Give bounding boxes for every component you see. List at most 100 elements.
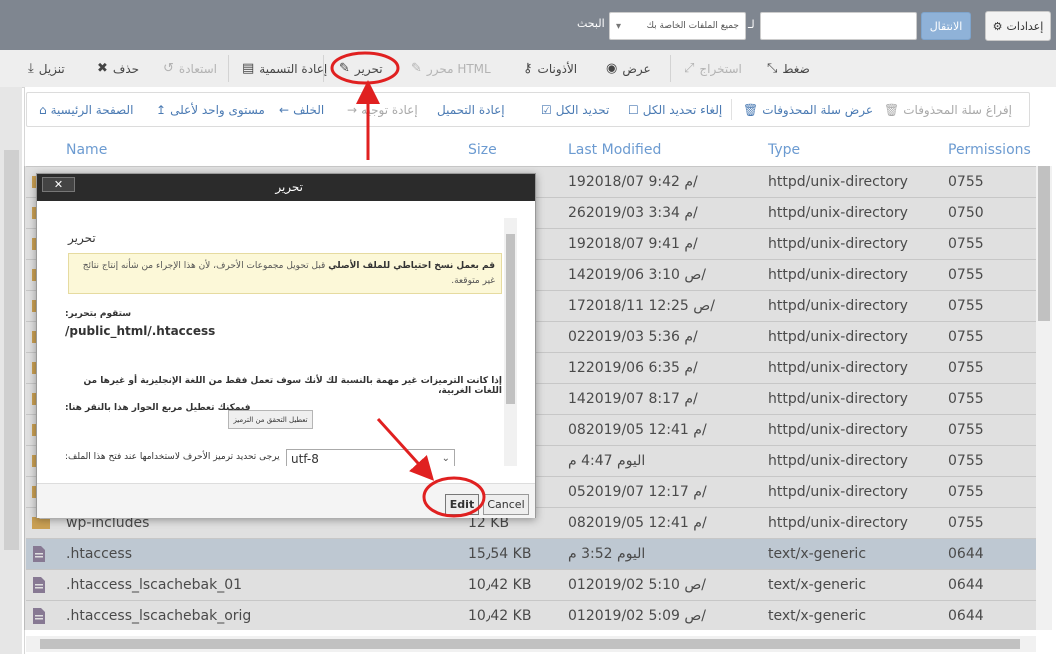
empty-trash-button[interactable]: 🗑 إفراغ سلة المحذوفات [884,93,1012,126]
dialog-edit-button[interactable]: Edit [445,494,479,515]
dialog-close-button[interactable]: ✕ [42,177,75,192]
column-name[interactable]: Name [66,142,107,158]
view-trash-button[interactable]: 🗑 عرض سلة المحذوفات [743,93,873,126]
column-permissions[interactable]: Permissions [948,142,1031,158]
download-button[interactable]: ⤓ تنزيل [28,50,65,87]
dialog-scrollbar-thumb[interactable] [506,234,515,404]
vertical-scrollbar-thumb[interactable] [1038,166,1050,321]
key-icon: ⚷ [523,61,533,76]
compress-button[interactable]: ⤡ ضغط [767,50,810,87]
delete-label: حذف [112,61,140,76]
reload-label: إعادة التحميل [437,102,505,117]
html-editor-button[interactable]: ✎ محرر HTML [411,50,491,87]
dialog-scrollbar[interactable] [504,218,517,466]
trash-icon: 🗑 [884,102,900,117]
up-one-level-label: مستوى واحد لأعلى [170,102,265,117]
toolbar-divider [228,55,229,82]
settings-button[interactable]: ⚙ إعدادات [985,11,1051,41]
column-last-modified[interactable]: Last Modified [568,142,661,158]
html-editor-label: محرر HTML [426,61,491,76]
dialog-body: تحرير قم بعمل نسخ احتياطي للملف الأصلي ق… [40,214,519,466]
delete-button[interactable]: ✖ حذف [97,50,139,87]
restore-label: استعادة [178,61,217,76]
navigation-bar: ⌂ الصفحة الرئيسية ↥ مستوى واحد لأعلى ← ا… [26,92,1030,127]
trash-icon: 🗑 [743,102,759,117]
compress-icon: ⤡ [767,61,778,76]
column-type[interactable]: Type [768,142,800,158]
dialog-title: تحرير [275,180,303,194]
chevron-down-icon: ⌄ [441,453,450,464]
gear-icon: ⚙ [992,19,1003,33]
eye-icon: ◉ [606,61,618,76]
encoding-value: utf-8 [291,451,319,466]
vertical-scrollbar[interactable] [1036,166,1052,630]
pencil-icon: ✎ [339,61,350,76]
download-label: تنزيل [38,61,65,76]
up-one-level-button[interactable]: ↥ مستوى واحد لأعلى [156,93,265,126]
home-icon: ⌂ [39,102,47,117]
view-button[interactable]: ◉ عرض [606,50,651,87]
encoding-prompt: :يرجى تحديد ترميز الأحرف لاستخدامها عند … [65,452,280,462]
backup-warning: قم بعمل نسخ احتياطي للملف الأصلي قبل تحو… [68,253,502,294]
restore-icon: ↺ [163,61,174,76]
permissions-button[interactable]: ⚷ الأذونات [523,50,577,87]
compress-label: ضغط [782,61,810,76]
level-up-icon: ↥ [156,102,167,117]
checkbox-icon: ☐ [628,102,639,117]
dialog-heading: تحرير [68,231,96,245]
rename-button[interactable]: ▤ إعادة التسمية [242,50,327,87]
top-search-bar: ⚙ إعدادات الانتقال لـ جميع الملفات الخاص… [0,0,1056,50]
for-label: لـ [748,18,755,31]
search-input[interactable] [760,12,917,40]
scope-value: جميع الملفات الخاصة بك [646,21,739,31]
file-path: /public_html/.htaccess [65,324,216,338]
file-toolbar: ⤓ تنزيل ✖ حذف ↺ استعادة ▤ إعادة التسمية … [0,50,1056,88]
edit-icon: ✎ [411,61,422,76]
toolbar-divider [670,55,671,82]
horizontal-scrollbar-thumb[interactable] [40,639,1020,649]
nav-divider [731,99,732,120]
encoding-note: إذا كانت الترميزات غير مهمة بالنسبة لك ل… [83,376,502,396]
toolbar-divider [323,55,324,82]
table-header: Name Size Last Modified Type Permissions [26,134,1036,166]
extract-button[interactable]: ⤢ استخراج [684,50,742,87]
forward-label: إعادة توجيه [361,102,418,117]
left-scrollbar[interactable] [0,87,22,654]
back-button[interactable]: ← الخلف [279,93,324,126]
search-label: البحث [577,17,605,30]
column-size[interactable]: Size [468,142,497,158]
extract-label: استخراج [699,61,742,76]
home-button[interactable]: ⌂ الصفحة الرئيسية [39,93,133,126]
restore-button[interactable]: ↺ استعادة [163,50,217,87]
rename-label: إعادة التسمية [259,61,328,76]
extract-icon: ⤢ [684,61,695,76]
checkbox-checked-icon: ☑ [541,102,552,117]
edit-label: تحرير [354,61,383,76]
file-icon: ▤ [242,61,255,76]
horizontal-scrollbar[interactable] [26,636,1036,652]
view-trash-label: عرض سلة المحذوفات [762,102,874,117]
reload-button[interactable]: إعادة التحميل [437,93,505,126]
select-all-label: تحديد الكل [555,102,610,117]
deselect-all-button[interactable]: ☐ إلغاء تحديد الكل [628,93,722,126]
dialog-footer: Edit Cancel [37,483,535,518]
dialog-header: ✕ تحرير [37,174,535,201]
arrow-left-icon: ← [279,102,290,117]
edit-button[interactable]: ✎ تحرير [339,50,383,87]
search-scope-select[interactable]: جميع الملفات الخاصة بك ▾ [609,12,746,40]
left-scrollbar-thumb[interactable] [4,150,19,550]
home-label: الصفحة الرئيسية [50,102,134,117]
arrow-right-icon: → [347,102,358,117]
download-icon: ⤓ [28,61,34,76]
dialog-cancel-button[interactable]: Cancel [483,494,529,515]
disable-encoding-check-button[interactable]: تعطيل التحقق من الترميز [228,410,313,429]
go-button[interactable]: الانتقال [921,12,971,40]
back-label: الخلف [293,102,325,117]
permissions-label: الأذونات [537,61,578,76]
settings-label: إعدادات [1006,19,1044,33]
close-icon: ✖ [97,61,108,76]
forward-button[interactable]: → إعادة توجيه [347,93,418,126]
select-all-button[interactable]: ☑ تحديد الكل [541,93,609,126]
warning-bold-text: قم بعمل نسخ احتياطي للملف الأصلي [328,261,495,271]
encoding-select[interactable]: utf-8 ⌄ [286,449,455,466]
